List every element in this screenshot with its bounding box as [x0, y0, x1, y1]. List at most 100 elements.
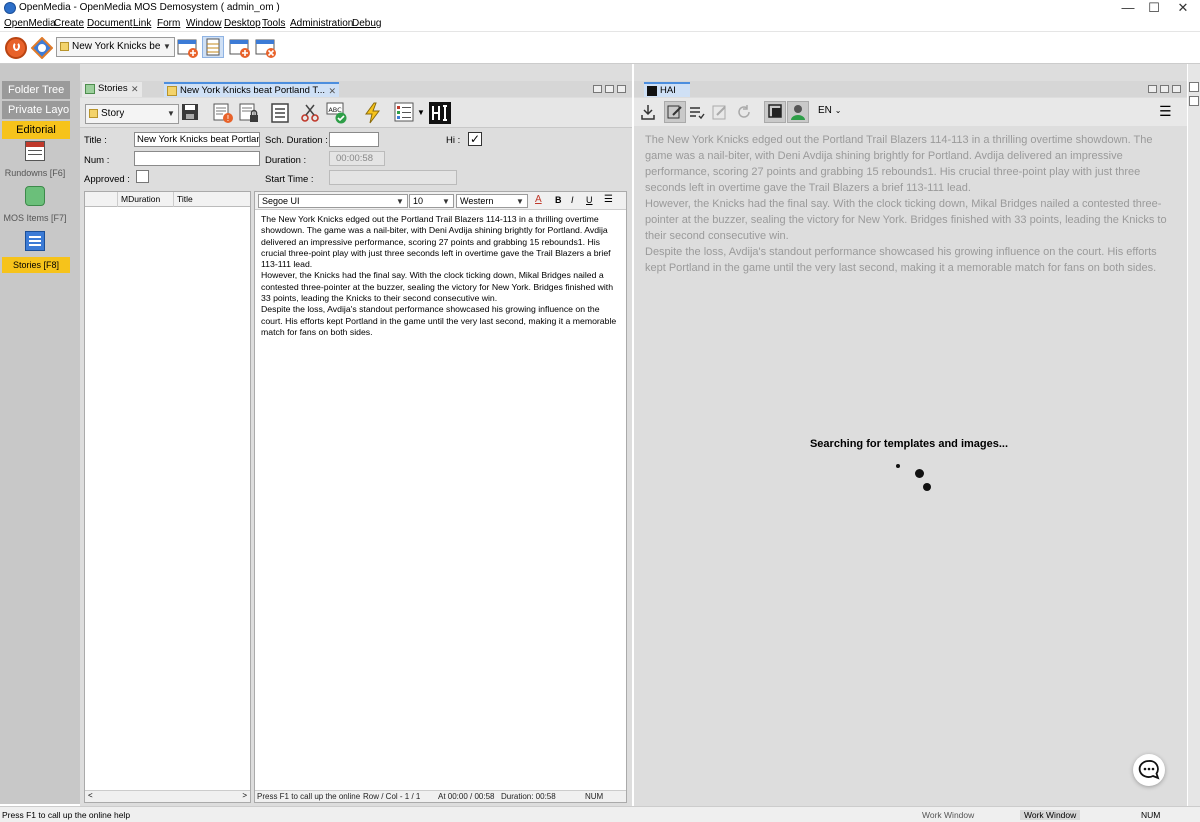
approved-checkbox[interactable]	[136, 170, 149, 183]
charset-combo[interactable]: Western ▼	[456, 194, 528, 208]
nav-tab-folder-tree[interactable]: Folder Tree	[2, 81, 70, 99]
hai-panel-maximize-button[interactable]	[1160, 85, 1169, 93]
story-text-body[interactable]: The New York Knicks edged out the Portla…	[261, 214, 623, 338]
rundowns-icon[interactable]	[25, 141, 45, 161]
hai-logo-icon[interactable]	[429, 102, 451, 124]
review-icon[interactable]	[712, 104, 728, 120]
menu-create[interactable]: Create	[54, 18, 84, 29]
work-window-tab-2[interactable]: Work Window	[1020, 810, 1081, 820]
menu-document[interactable]: Document	[87, 18, 133, 29]
tab-hai[interactable]: HAI	[644, 82, 690, 97]
font-family-combo[interactable]: Segoe UI ▼	[258, 194, 408, 208]
chevron-down-icon[interactable]: ▼	[514, 196, 526, 208]
underline-icon[interactable]: U	[586, 195, 593, 205]
title-input[interactable]: New York Knicks beat Portland	[134, 132, 260, 147]
import-icon[interactable]	[640, 104, 656, 120]
menu-openmedia[interactable]: OpenMedia	[4, 18, 56, 29]
chevron-down-icon[interactable]: ▼	[165, 106, 177, 122]
dock-toggle-icon[interactable]	[1189, 82, 1199, 92]
lock-story-icon[interactable]	[238, 102, 260, 124]
story-editor: Segoe UI ▼ 10 ▼ Western ▼ A B I U ☰ The …	[254, 191, 627, 803]
list-edit-icon[interactable]	[689, 104, 705, 120]
language-selector[interactable]: EN ⌄	[818, 105, 841, 116]
font-size-combo[interactable]: 10 ▼	[409, 194, 454, 208]
num-label: Num :	[84, 155, 110, 166]
status-bar: Press F1 to call up the online help Work…	[0, 806, 1200, 822]
italic-icon[interactable]: I	[571, 195, 574, 205]
nav-tab-editorial[interactable]: Editorial	[2, 121, 70, 139]
close-window-icon[interactable]	[255, 37, 277, 59]
story-form: Title : New York Knicks beat Portland Nu…	[80, 129, 632, 189]
sch-duration-input[interactable]	[329, 132, 379, 147]
nav-item-stories[interactable]: Stories [F8]	[2, 257, 70, 273]
chevron-down-icon[interactable]: ▼	[440, 196, 452, 208]
right-dock	[1188, 64, 1200, 806]
charset-value: Western	[460, 196, 494, 206]
layout-icon[interactable]	[394, 102, 416, 124]
menu-form[interactable]: Form	[157, 18, 180, 29]
nav-item-mos-items[interactable]: MOS Items [F7]	[0, 213, 70, 223]
grid-horizontal-scrollbar[interactable]: < >	[85, 790, 250, 802]
gallery-icon[interactable]	[764, 101, 786, 123]
bold-icon[interactable]: B	[555, 195, 562, 205]
dock-toggle-icon[interactable]	[1189, 96, 1199, 106]
font-family-value: Segoe UI	[262, 196, 300, 206]
tab-story-document-label: New York Knicks beat Portland T...	[180, 85, 326, 96]
hai-tab-strip: HAI	[634, 81, 1187, 97]
new-rundown-icon[interactable]	[177, 37, 199, 59]
hi-checkbox[interactable]: ✓	[468, 132, 482, 146]
work-window-tab-1[interactable]: Work Window	[922, 810, 974, 820]
hai-panel-minimize-button[interactable]	[1148, 85, 1157, 93]
stories-icon[interactable]	[25, 231, 45, 251]
save-icon[interactable]	[180, 102, 202, 124]
flash-icon[interactable]	[362, 102, 384, 124]
menu-desktop[interactable]: Desktop	[224, 18, 261, 29]
new-window-icon[interactable]	[229, 37, 251, 59]
bullet-list-icon[interactable]: ☰	[604, 194, 613, 205]
column-mduration[interactable]: MDuration	[121, 194, 160, 204]
panel-close-button[interactable]	[617, 85, 626, 93]
nav-tab-private-layout[interactable]: Private Layo...	[2, 101, 70, 119]
nav-item-rundowns[interactable]: Rundowns [F6]	[0, 168, 70, 178]
story-tab-icon	[167, 86, 177, 96]
tab-stories-label: Stories	[98, 83, 128, 94]
edit-icon[interactable]	[664, 101, 686, 123]
font-color-icon[interactable]: A	[535, 194, 542, 205]
panel-minimize-button[interactable]	[593, 85, 602, 93]
sch-duration-label: Sch. Duration :	[265, 135, 328, 146]
scissors-icon[interactable]	[299, 102, 321, 124]
menu-tools[interactable]: Tools	[262, 18, 285, 29]
chat-icon[interactable]	[1133, 754, 1165, 786]
tab-hai-label: HAI	[660, 85, 676, 96]
document-combo[interactable]: New York Knicks beat P ▼	[56, 37, 175, 57]
person-icon[interactable]	[787, 101, 809, 123]
tab-story-document[interactable]: New York Knicks beat Portland T... ✕	[164, 82, 340, 98]
power-icon[interactable]	[5, 37, 27, 59]
close-tab-icon[interactable]: ✕	[329, 84, 337, 98]
menu-link[interactable]: Link	[133, 18, 151, 29]
rundown-list-icon[interactable]	[202, 36, 224, 58]
story-type-combo[interactable]: Story ▼	[85, 104, 179, 124]
hi-label: Hi :	[446, 135, 461, 146]
refresh-icon[interactable]	[736, 104, 752, 120]
status-help-text: Press F1 to call up the online help	[2, 810, 131, 820]
hai-panel-close-button[interactable]	[1172, 85, 1181, 93]
chevron-down-icon[interactable]: ▼	[394, 196, 406, 208]
layout-dropdown-icon[interactable]: ▼	[417, 108, 425, 117]
hamburger-menu-icon[interactable]: ☰	[1159, 104, 1172, 118]
num-input[interactable]	[134, 151, 260, 166]
tab-stories[interactable]: Stories ✕	[82, 82, 142, 97]
spellcheck-icon[interactable]: ABC	[326, 102, 348, 124]
close-button[interactable]: ✕	[1166, 0, 1200, 17]
menu-administration[interactable]: Administration	[290, 18, 353, 29]
story-status-icon[interactable]: !	[212, 102, 234, 124]
column-title[interactable]: Title	[177, 194, 193, 204]
panel-maximize-button[interactable]	[605, 85, 614, 93]
menu-debug[interactable]: Debug	[352, 18, 381, 29]
menu-window[interactable]: Window	[186, 18, 222, 29]
story-properties-icon[interactable]	[269, 102, 291, 124]
mos-items-icon[interactable]	[25, 186, 45, 206]
chevron-down-icon[interactable]: ▼	[161, 39, 173, 55]
close-tab-icon[interactable]: ✕	[131, 82, 139, 96]
openmedia-logo-icon[interactable]	[30, 36, 54, 60]
